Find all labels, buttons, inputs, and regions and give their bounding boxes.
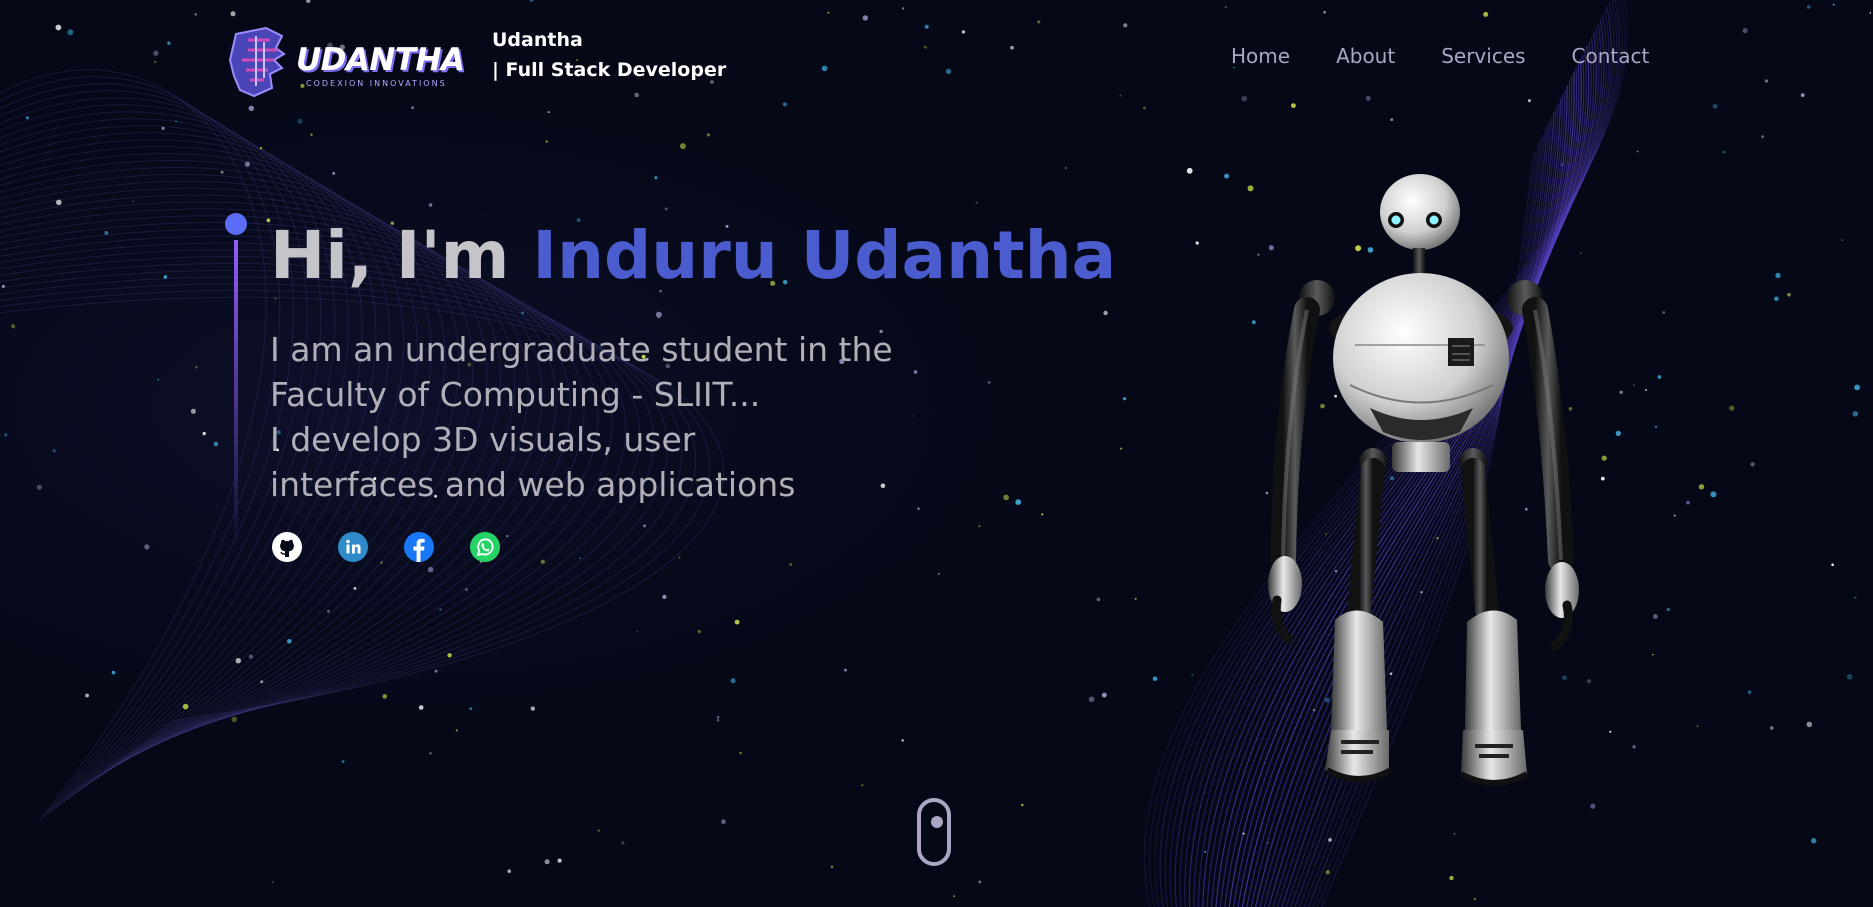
logo-subtitle: CODEXION INNOVATIONS	[306, 79, 447, 88]
linkedin-icon	[338, 532, 368, 562]
intro-line: Faculty of Computing - SLIIT...	[270, 375, 761, 414]
github-icon	[272, 532, 302, 562]
whatsapp-link[interactable]	[470, 532, 500, 562]
main-nav: Home About Services Contact	[1231, 44, 1649, 68]
timeline-line	[234, 240, 238, 548]
intro-line: I am an undergraduate student in the	[270, 330, 893, 369]
timeline-dot	[225, 213, 247, 235]
hero-name: Induru Udantha	[532, 217, 1117, 294]
whatsapp-icon	[470, 532, 500, 562]
hero-greeting: Hi, I'm	[270, 217, 533, 294]
scroll-dot	[931, 816, 943, 828]
nav-services-link[interactable]: Services	[1441, 44, 1525, 68]
hero-intro: I am an undergraduate student in the Fac…	[270, 327, 970, 507]
hero-heading: Hi, I'm Induru Udantha	[270, 216, 1116, 296]
social-links	[272, 532, 500, 562]
logo-wordmark: UDANTHA	[296, 42, 465, 78]
brand-role: | Full Stack Developer	[492, 59, 727, 81]
nav-home-link[interactable]: Home	[1231, 44, 1290, 68]
nav-about-link[interactable]: About	[1336, 44, 1395, 68]
scroll-down-indicator[interactable]	[917, 798, 951, 866]
facebook-link[interactable]	[404, 532, 434, 562]
github-link[interactable]	[272, 532, 302, 562]
site-logo[interactable]: UDANTHA CODEXION INNOVATIONS	[226, 26, 465, 98]
intro-line: interfaces and web applications	[270, 465, 796, 504]
intro-line: I develop 3D visuals, user	[270, 420, 696, 459]
robot-3d-model	[1268, 174, 1579, 786]
nav-contact-link[interactable]: Contact	[1572, 44, 1650, 68]
linkedin-link[interactable]	[338, 532, 368, 562]
facebook-icon	[404, 532, 434, 562]
brand-name: Udantha	[492, 29, 583, 51]
robot-head-logo-icon	[228, 26, 286, 98]
